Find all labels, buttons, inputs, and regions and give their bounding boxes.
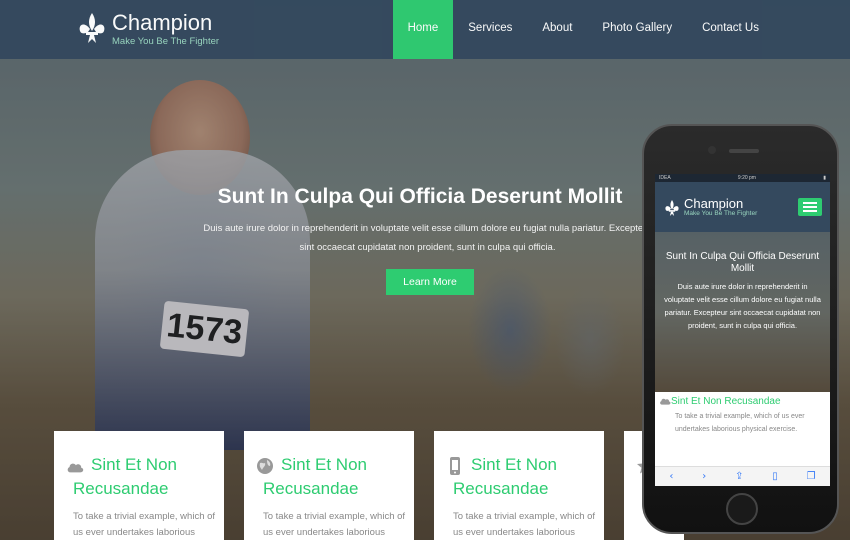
phone-speaker xyxy=(729,149,759,153)
mobile-card-title: Sint Et Non Recusandae xyxy=(671,396,781,407)
feature-card: Sint Et Non Recusandae To take a trivial… xyxy=(244,431,414,540)
feature-title: Sint Et Non Recusandae xyxy=(73,455,177,498)
mobile-carrier: IDEA xyxy=(659,175,671,181)
feature-text: To take a trivial example, which of us e… xyxy=(453,511,596,538)
menu-bar xyxy=(803,210,817,212)
feature-text: To take a trivial example, which of us e… xyxy=(73,511,216,538)
forward-icon[interactable]: › xyxy=(702,471,706,482)
phone-mockup: IDEA 9:20 pm ▮ Champion Make You Be The … xyxy=(642,124,839,534)
hero-text: Duis aute irure dolor in reprehenderit i… xyxy=(203,223,652,253)
logo-title: Champion xyxy=(112,10,213,35)
nav-about[interactable]: About xyxy=(527,0,587,59)
phone-screen: IDEA 9:20 pm ▮ Champion Make You Be The … xyxy=(655,174,830,486)
hero-title: Sunt In Culpa Qui Officia Deserunt Molli… xyxy=(217,185,623,208)
cloud-icon xyxy=(660,398,671,405)
mobile-logo-tagline: Make You Be The Fighter xyxy=(684,210,758,217)
hamburger-menu-button[interactable] xyxy=(798,198,822,216)
share-icon[interactable]: ⇪ xyxy=(735,471,743,482)
mobile-hero-text: Duis aute irure dolor in reprehenderit i… xyxy=(664,282,821,330)
mobile-header: Champion Make You Be The Fighter xyxy=(655,182,830,232)
mobile-logo-title: Champion xyxy=(684,196,744,211)
mobile-status-bar: IDEA 9:20 pm ▮ xyxy=(655,174,830,182)
battery-icon: ▮ xyxy=(823,175,826,181)
fleur-de-lis-icon xyxy=(79,13,105,43)
nav-services[interactable]: Services xyxy=(453,0,527,59)
phone-camera xyxy=(708,146,716,154)
main-nav: Home Services About Photo Gallery Contac… xyxy=(392,0,774,59)
logo-tagline: Make You Be The Fighter xyxy=(112,36,220,47)
feature-card: Sint Et Non Recusandae To take a trivial… xyxy=(434,431,604,540)
fleur-de-lis-icon xyxy=(665,200,679,216)
back-icon[interactable]: ‹ xyxy=(669,471,673,482)
menu-bar xyxy=(803,202,817,204)
mobile-hero-title: Sunt In Culpa Qui Officia Deserunt Molli… xyxy=(665,251,820,274)
phone-home-button xyxy=(726,493,758,525)
mobile-card-text: To take a trivial example, which of us e… xyxy=(675,413,805,433)
tabs-icon[interactable]: ❐ xyxy=(807,471,816,482)
logo[interactable]: Champion Make You Be The Fighter xyxy=(76,11,219,47)
feature-card: Sint Et Non Recusandae To take a trivial… xyxy=(54,431,224,540)
site-header: Champion Make You Be The Fighter Home Se… xyxy=(0,0,850,59)
nav-contact-us[interactable]: Contact Us xyxy=(687,0,774,59)
mobile-browser-toolbar: ‹ › ⇪ ▯ ❐ xyxy=(655,466,830,486)
learn-more-button[interactable]: Learn More xyxy=(386,269,474,295)
bookmarks-icon[interactable]: ▯ xyxy=(772,471,778,482)
mobile-hero: Sunt In Culpa Qui Officia Deserunt Molli… xyxy=(655,232,830,392)
menu-bar xyxy=(803,206,817,208)
nav-photo-gallery[interactable]: Photo Gallery xyxy=(587,0,687,59)
feature-title: Sint Et Non Recusandae xyxy=(263,455,367,498)
feature-title: Sint Et Non Recusandae xyxy=(453,455,557,498)
mobile-time: 9:20 pm xyxy=(737,175,756,181)
feature-text: To take a trivial example, which of us e… xyxy=(263,511,406,538)
nav-home[interactable]: Home xyxy=(392,0,454,59)
mobile-logo[interactable]: Champion Make You Be The Fighter xyxy=(663,197,757,217)
